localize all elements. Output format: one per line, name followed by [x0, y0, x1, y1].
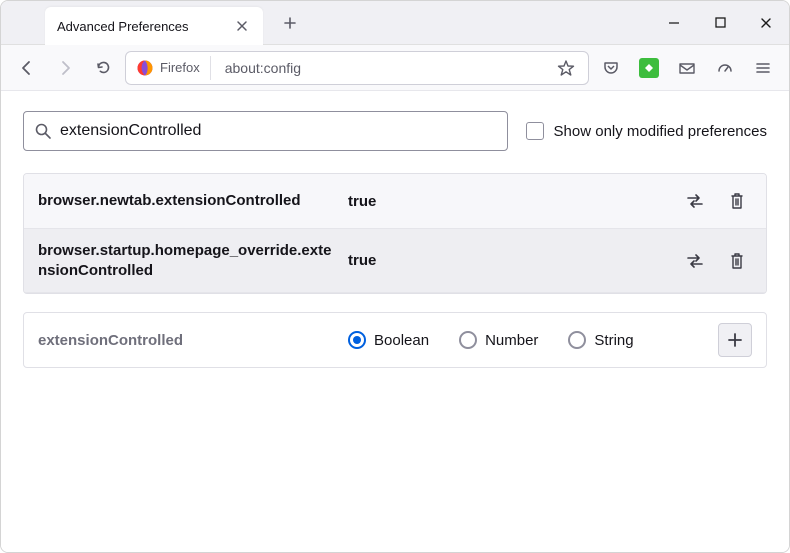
close-window-button[interactable]: [743, 1, 789, 45]
minimize-button[interactable]: [651, 1, 697, 45]
forward-button[interactable]: [49, 52, 81, 84]
toggle-value-button[interactable]: [680, 186, 710, 216]
pref-name: browser.newtab.extensionControlled: [38, 191, 338, 211]
config-page: Show only modified preferences browser.n…: [1, 91, 789, 552]
type-boolean-radio[interactable]: Boolean: [348, 331, 429, 349]
app-menu-icon[interactable]: [747, 52, 779, 84]
pref-actions: [680, 246, 752, 276]
delete-pref-button[interactable]: [722, 246, 752, 276]
firefox-logo-icon: [136, 59, 154, 77]
new-tab-button[interactable]: [275, 8, 305, 38]
identity-box[interactable]: Firefox: [132, 56, 211, 80]
inbox-icon[interactable]: [671, 52, 703, 84]
toggle-value-button[interactable]: [680, 246, 710, 276]
add-pref-button[interactable]: [718, 323, 752, 357]
url-text: about:config: [217, 60, 301, 76]
pref-name: browser.startup.homepage_override.extens…: [38, 241, 338, 280]
type-number-radio[interactable]: Number: [459, 331, 538, 349]
search-box[interactable]: [23, 111, 508, 151]
identity-label: Firefox: [160, 60, 200, 75]
radio-label: String: [594, 332, 633, 349]
tab-title: Advanced Preferences: [57, 19, 189, 34]
url-bar[interactable]: Firefox about:config: [125, 51, 589, 85]
reload-button[interactable]: [87, 52, 119, 84]
search-icon: [34, 122, 52, 140]
pref-row[interactable]: browser.startup.homepage_override.extens…: [24, 229, 766, 293]
add-pref-row: extensionControlled Boolean Number Strin…: [23, 312, 767, 368]
pref-table: browser.newtab.extensionControlled true …: [23, 173, 767, 294]
checkbox-icon: [526, 122, 544, 140]
type-string-radio[interactable]: String: [568, 331, 633, 349]
new-pref-name: extensionControlled: [38, 332, 338, 349]
pref-value: true: [348, 193, 670, 210]
pref-actions: [680, 186, 752, 216]
show-modified-label: Show only modified preferences: [554, 123, 767, 140]
window-controls: [651, 1, 789, 44]
bookmark-star-icon[interactable]: [550, 52, 582, 84]
search-row: Show only modified preferences: [23, 111, 767, 151]
pref-row[interactable]: browser.newtab.extensionControlled true: [24, 174, 766, 229]
app-window: Advanced Preferences: [0, 0, 790, 553]
browser-tab[interactable]: Advanced Preferences: [45, 7, 263, 45]
delete-pref-button[interactable]: [722, 186, 752, 216]
pref-value: true: [348, 252, 670, 269]
back-button[interactable]: [11, 52, 43, 84]
titlebar: Advanced Preferences: [1, 1, 789, 45]
radio-label: Boolean: [374, 332, 429, 349]
show-modified-toggle[interactable]: Show only modified preferences: [526, 122, 767, 140]
extension-green-icon[interactable]: [633, 52, 665, 84]
radio-icon: [568, 331, 586, 349]
maximize-button[interactable]: [697, 1, 743, 45]
pocket-icon[interactable]: [595, 52, 627, 84]
radio-icon: [459, 331, 477, 349]
radio-label: Number: [485, 332, 538, 349]
close-tab-icon[interactable]: [233, 17, 251, 35]
dashboard-icon[interactable]: [709, 52, 741, 84]
search-input[interactable]: [60, 122, 497, 140]
type-radio-group: Boolean Number String: [348, 331, 708, 349]
nav-toolbar: Firefox about:config: [1, 45, 789, 91]
radio-icon: [348, 331, 366, 349]
